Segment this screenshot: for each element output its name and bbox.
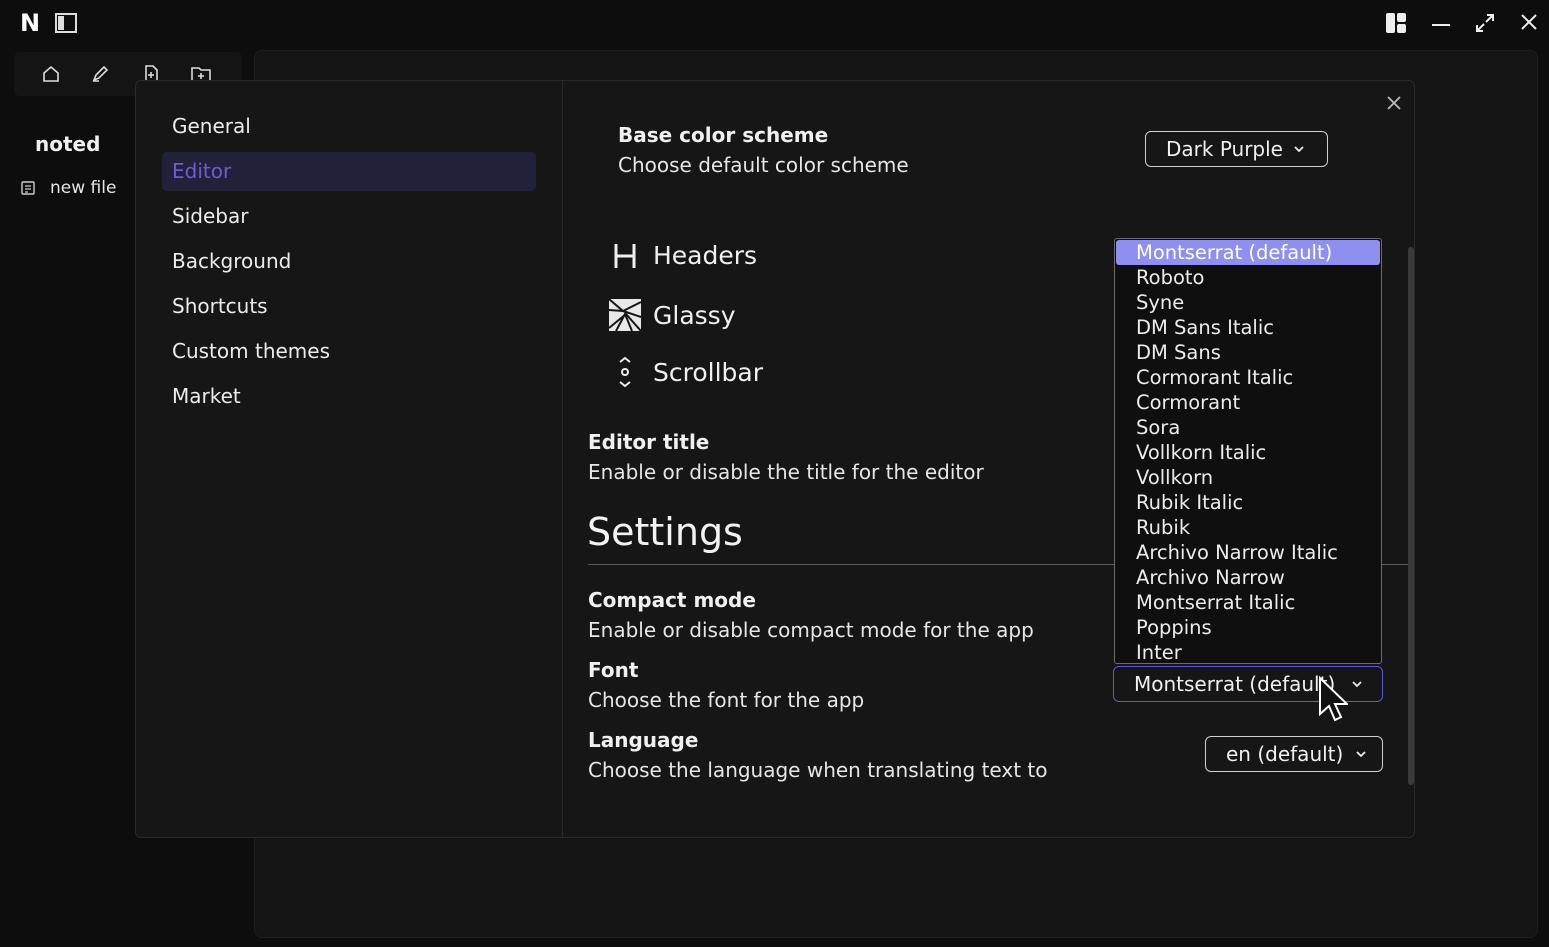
- font-option[interactable]: Vollkorn Italic: [1116, 440, 1380, 465]
- font-option[interactable]: Vollkorn: [1116, 465, 1380, 490]
- layout-icon[interactable]: [1383, 10, 1409, 36]
- font-option[interactable]: Archivo Narrow Italic: [1116, 540, 1380, 565]
- scrollbar-icon: [608, 356, 642, 388]
- font-option[interactable]: DM Sans: [1116, 340, 1380, 365]
- language-title: Language: [588, 728, 699, 752]
- editor-title-desc: Enable or disable the title for the edit…: [588, 460, 984, 484]
- glassy-icon: [608, 298, 642, 332]
- nav-editor[interactable]: Editor: [162, 152, 536, 191]
- font-option[interactable]: DM Sans Italic: [1116, 315, 1380, 340]
- mouse-cursor-icon: [1318, 675, 1350, 726]
- nav-background[interactable]: Background: [162, 242, 536, 281]
- base-color-title: Base color scheme: [618, 123, 829, 147]
- feature-glassy-label: Glassy: [653, 300, 736, 330]
- feature-headers[interactable]: Headers: [608, 241, 757, 270]
- font-option[interactable]: Roboto: [1116, 265, 1380, 290]
- language-select-value: en (default): [1226, 742, 1344, 766]
- settings-nav: General Editor Sidebar Background Shortc…: [136, 81, 563, 837]
- nav-custom-themes[interactable]: Custom themes: [162, 332, 536, 371]
- compact-title: Compact mode: [588, 588, 756, 612]
- chevron-down-icon: [1352, 681, 1362, 688]
- font-desc: Choose the font for the app: [588, 688, 865, 712]
- feature-scrollbar-label: Scrollbar: [653, 357, 763, 387]
- nav-market[interactable]: Market: [162, 377, 536, 416]
- font-dropdown-list[interactable]: Montserrat (default) Roboto Syne DM Sans…: [1114, 238, 1382, 664]
- feature-scrollbar[interactable]: Scrollbar: [608, 356, 763, 388]
- header-icon: [608, 242, 642, 270]
- app-logo: N: [19, 9, 41, 37]
- edit-icon[interactable]: [89, 63, 111, 85]
- file-label: new file: [50, 178, 117, 198]
- home-icon[interactable]: [40, 63, 62, 85]
- minimize-icon[interactable]: [1428, 10, 1454, 36]
- sidebar-toggle-icon[interactable]: [54, 11, 78, 35]
- close-window-icon[interactable]: [1516, 9, 1542, 35]
- title-bar: N: [0, 0, 1549, 46]
- editor-title-title: Editor title: [588, 430, 710, 454]
- color-scheme-value: Dark Purple: [1166, 137, 1283, 161]
- chevron-down-icon: [1356, 751, 1366, 758]
- font-option[interactable]: Montserrat (default): [1116, 240, 1380, 265]
- nav-sidebar[interactable]: Sidebar: [162, 197, 536, 236]
- feature-glassy[interactable]: Glassy: [608, 298, 735, 332]
- font-select-value: Montserrat (default): [1134, 672, 1336, 696]
- nav-general[interactable]: General: [162, 107, 536, 146]
- nav-shortcuts[interactable]: Shortcuts: [162, 287, 536, 326]
- settings-heading: Settings: [587, 510, 743, 554]
- font-option[interactable]: Syne: [1116, 290, 1380, 315]
- font-option[interactable]: Rubik Italic: [1116, 490, 1380, 515]
- language-desc: Choose the language when translating tex…: [588, 758, 1048, 782]
- font-option[interactable]: Poppins: [1116, 615, 1380, 640]
- font-option[interactable]: Montserrat Italic: [1116, 590, 1380, 615]
- base-color-desc: Choose default color scheme: [618, 153, 909, 177]
- close-modal-icon[interactable]: [1382, 91, 1406, 115]
- font-option[interactable]: Inter: [1116, 640, 1380, 665]
- font-option[interactable]: Archivo Narrow: [1116, 565, 1380, 590]
- settings-scrollbar[interactable]: [1408, 247, 1414, 785]
- chevron-down-icon: [1294, 146, 1304, 153]
- file-icon: [20, 180, 40, 196]
- app-name: noted: [35, 132, 101, 156]
- compact-desc: Enable or disable compact mode for the a…: [588, 618, 1034, 642]
- feature-headers-label: Headers: [653, 241, 758, 270]
- font-title: Font: [588, 658, 639, 682]
- maximize-icon[interactable]: [1472, 10, 1498, 36]
- font-option[interactable]: Sora: [1116, 415, 1380, 440]
- font-option[interactable]: Cormorant Italic: [1116, 365, 1380, 390]
- file-item[interactable]: new file: [20, 178, 116, 198]
- font-option[interactable]: Cormorant: [1116, 390, 1380, 415]
- color-scheme-select[interactable]: Dark Purple: [1145, 131, 1328, 167]
- language-select[interactable]: en (default): [1205, 736, 1383, 772]
- font-option[interactable]: Rubik: [1116, 515, 1380, 540]
